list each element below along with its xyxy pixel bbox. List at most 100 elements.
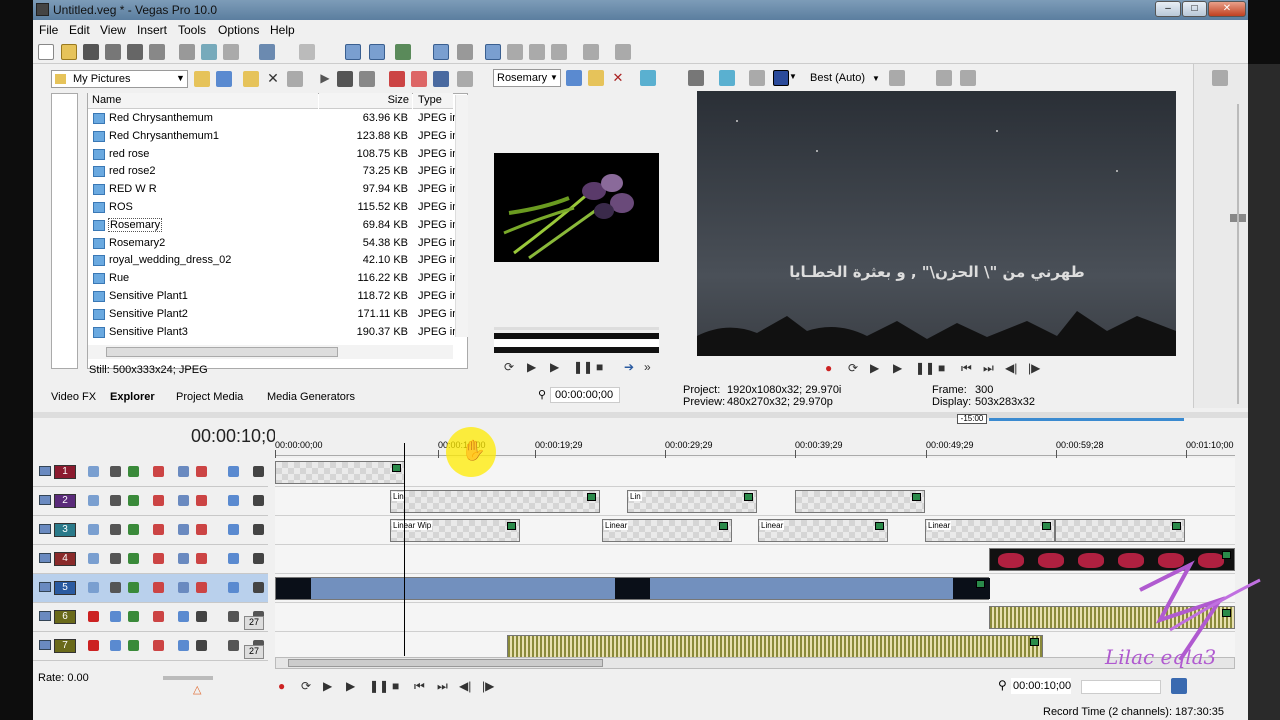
play-from-start-icon[interactable]: ▶ (323, 679, 332, 693)
file-row[interactable]: Red Chrysanthemum1 123.88 KB JPEG in (90, 128, 460, 146)
automation-icon[interactable] (196, 495, 207, 506)
trimmer-timecode[interactable]: 00:00:00;00 (550, 387, 620, 403)
preview-quality[interactable]: Best (Auto) (810, 72, 865, 84)
menu-options[interactable]: Options (218, 23, 259, 37)
tab-project-media[interactable]: Project Media (176, 391, 243, 403)
timeline-clip[interactable] (1055, 519, 1185, 542)
pause-icon[interactable]: ❚❚ (573, 360, 593, 374)
col-size[interactable]: Size (319, 93, 412, 109)
automation-icon[interactable] (196, 582, 207, 593)
play-icon[interactable]: ▶ (893, 361, 902, 375)
zoom-tool-icon[interactable] (551, 44, 567, 60)
automation-icon[interactable] (196, 466, 207, 477)
col-name[interactable]: Name (88, 93, 318, 109)
prev-frame-icon[interactable]: ◀| (1005, 361, 1017, 375)
motion-icon[interactable] (178, 553, 189, 564)
normal-edit-tool-icon[interactable] (485, 44, 501, 60)
loop-icon[interactable]: ⟳ (301, 679, 311, 693)
playhead-cursor[interactable] (404, 443, 405, 656)
folder-tree[interactable] (51, 93, 78, 369)
stop-icon[interactable]: ■ (938, 361, 945, 375)
go-to-start-icon[interactable]: ⏮ (961, 361, 972, 376)
trimmer-timeline[interactable] (494, 327, 659, 330)
snapping-icon[interactable] (345, 44, 361, 60)
automation-icon[interactable] (153, 640, 164, 651)
trimmer-remove-icon[interactable]: ✕ (610, 70, 626, 86)
file-row[interactable]: Rue 116.22 KB JPEG in (90, 270, 460, 288)
file-row[interactable]: red rose 108.75 KB JPEG in (90, 146, 460, 164)
mute-icon[interactable] (178, 640, 189, 651)
enable-snapping-icon[interactable] (583, 44, 599, 60)
trimmer-filmstrip[interactable] (494, 333, 659, 353)
auto-crossfade-icon[interactable] (369, 44, 385, 60)
stop-icon[interactable]: ■ (392, 679, 399, 693)
track-header-2[interactable]: 2 (33, 487, 268, 516)
timeline-timecode[interactable]: 00:00:10;00 (1011, 678, 1071, 694)
track-props-icon[interactable] (228, 611, 239, 622)
timeline-clip[interactable]: Linear (925, 519, 1055, 542)
move-down-icon[interactable] (110, 582, 121, 593)
envelope-tool-icon[interactable] (507, 44, 523, 60)
track-lane-4[interactable] (275, 545, 1235, 574)
add-to-project-icon[interactable] (287, 71, 303, 87)
trimmer-view-icon[interactable] (640, 70, 656, 86)
trimmer-add-icon[interactable] (588, 70, 604, 86)
move-down-icon[interactable] (110, 495, 121, 506)
track-minimize-icon[interactable] (39, 466, 51, 476)
timeline-clip[interactable] (795, 490, 925, 513)
grid-toggle-icon[interactable] (1171, 678, 1187, 694)
timeline-clip[interactable]: Lin (627, 490, 757, 513)
file-row[interactable]: ROS 115.52 KB JPEG in (90, 199, 460, 217)
clip-fx-icon[interactable] (976, 580, 985, 588)
loop-icon[interactable]: ⟳ (504, 360, 514, 374)
up-folder-icon[interactable] (194, 71, 210, 87)
pause-icon[interactable]: ❚❚ (915, 361, 935, 375)
track-props-icon[interactable] (228, 640, 239, 651)
tab-explorer[interactable]: Explorer (110, 391, 155, 403)
properties-icon[interactable] (149, 44, 165, 60)
fx-icon[interactable] (128, 553, 139, 564)
open-icon[interactable] (61, 44, 77, 60)
next-frame-icon[interactable]: |▶ (482, 679, 494, 693)
file-list-hscrollbar[interactable] (88, 345, 453, 359)
refresh-icon[interactable] (216, 71, 232, 87)
mute-icon[interactable] (228, 553, 239, 564)
move-down-icon[interactable] (110, 524, 121, 535)
fx-icon[interactable] (128, 466, 139, 477)
track-minimize-icon[interactable] (39, 582, 51, 592)
fx-icon[interactable] (128, 524, 139, 535)
stop-icon[interactable] (337, 71, 353, 87)
rate-slider[interactable] (163, 676, 213, 680)
track-header-6[interactable]: 6 27 (33, 603, 268, 632)
track-minimize-icon[interactable] (39, 640, 51, 650)
save-as-icon[interactable] (105, 44, 121, 60)
mute-icon[interactable] (228, 466, 239, 477)
chevron-down-icon[interactable]: ▼ (872, 74, 880, 83)
hscroll-thumb[interactable] (106, 347, 338, 357)
timeline-ruler[interactable] (275, 418, 1235, 456)
pause-icon[interactable]: ❚❚ (369, 679, 389, 693)
grid-icon[interactable] (889, 70, 905, 86)
undo-icon[interactable] (259, 44, 275, 60)
move-down-icon[interactable] (110, 553, 121, 564)
file-row[interactable]: Sensitive Plant2 171.11 KB JPEG in (90, 306, 460, 324)
automation-icon[interactable] (153, 611, 164, 622)
fx-icon[interactable] (128, 495, 139, 506)
marker-icon[interactable] (411, 71, 427, 87)
stop-icon[interactable]: ■ (596, 360, 603, 374)
tab-video-fx[interactable]: Video FX (51, 391, 96, 403)
ripple-edit-icon[interactable] (395, 44, 411, 60)
clip-fx-icon[interactable] (1172, 522, 1181, 530)
redo-icon[interactable] (299, 44, 315, 60)
composite-icon[interactable] (153, 553, 164, 564)
minimize-button[interactable]: – (1155, 1, 1181, 17)
file-row[interactable]: Rosemary2 54.38 KB JPEG in (90, 235, 460, 253)
expand-icon[interactable] (88, 553, 99, 564)
region-icon[interactable] (389, 71, 405, 87)
arm-record-icon[interactable] (88, 611, 99, 622)
composite-icon[interactable] (153, 582, 164, 593)
loop-region-bar[interactable] (989, 418, 1184, 421)
render-icon[interactable] (127, 44, 143, 60)
solo-icon[interactable] (253, 582, 264, 593)
motion-icon[interactable] (178, 524, 189, 535)
